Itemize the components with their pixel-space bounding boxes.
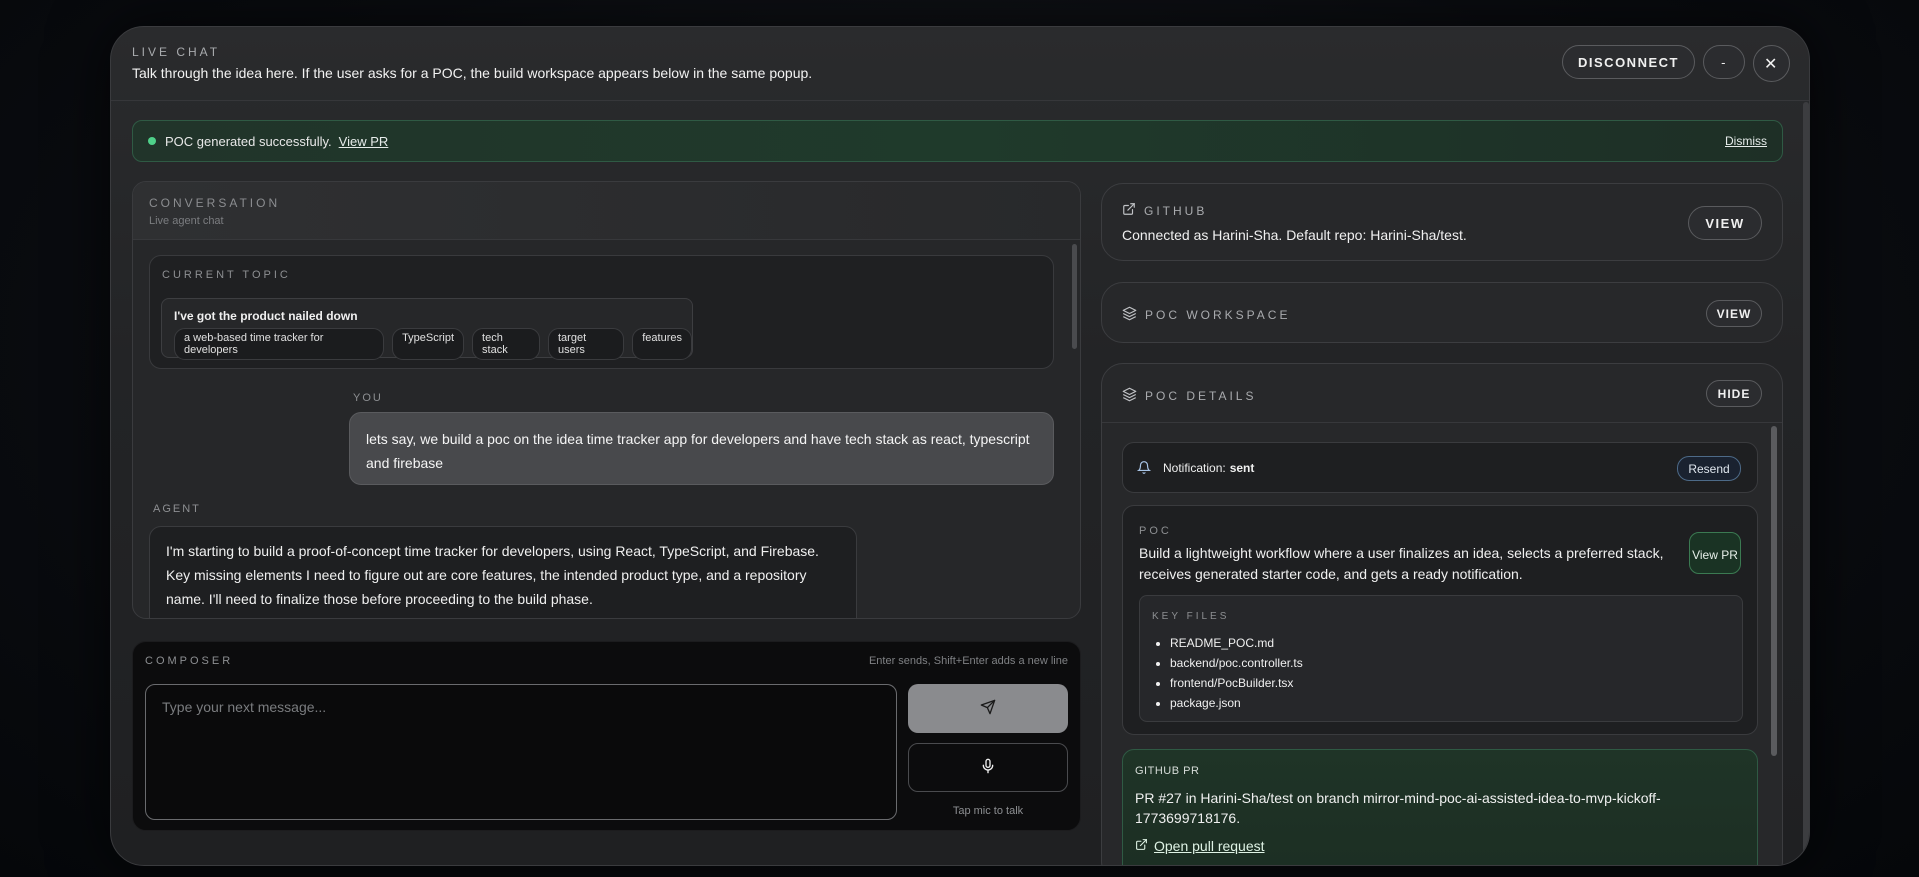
github-pr-description: PR #27 in Harini-Sha/test on branch mirr… bbox=[1135, 790, 1661, 826]
topic-summary: I've got the product nailed down a web-b… bbox=[161, 298, 693, 360]
topic-chip: features bbox=[632, 328, 692, 360]
external-link-icon bbox=[1122, 202, 1136, 219]
github-pr-eyebrow: GITHUB PR bbox=[1135, 765, 1200, 777]
poc-details-hide-button[interactable]: HIDE bbox=[1706, 380, 1762, 407]
poc-details-scrollbar[interactable] bbox=[1771, 426, 1777, 756]
github-panel: GITHUB Connected as Harini-Sha. Default … bbox=[1101, 183, 1783, 261]
modal-scrollbar[interactable] bbox=[1803, 102, 1809, 857]
notification-row: Notification: sent Resend bbox=[1122, 442, 1758, 493]
live-chat-modal: LIVE CHAT Talk through the idea here. If… bbox=[110, 26, 1810, 866]
composer-hint: Enter sends, Shift+Enter adds a new line bbox=[868, 655, 1068, 667]
topic-title: I've got the product nailed down bbox=[174, 309, 358, 323]
notification-status: sent bbox=[1229, 460, 1255, 475]
resend-button[interactable]: Resend bbox=[1677, 456, 1741, 481]
notification-label: Notification: bbox=[1163, 460, 1226, 475]
status-dot bbox=[148, 137, 156, 145]
conversation-subtitle: Live agent chat bbox=[149, 215, 224, 227]
minimize-button[interactable]: - bbox=[1703, 45, 1745, 79]
poc-details-panel: POC DETAILS HIDE Notification: sent Rese… bbox=[1101, 363, 1783, 865]
github-eyebrow: GITHUB bbox=[1122, 202, 1207, 219]
github-pr-card: GITHUB PR PR #27 in Harini-Sha/test on b… bbox=[1122, 749, 1758, 865]
current-topic-card: CURRENT TOPIC I've got the product naile… bbox=[149, 255, 1054, 369]
success-banner: POC generated successfully. View PR Dism… bbox=[132, 120, 1783, 162]
poc-card: POC Build a lightweight workflow where a… bbox=[1122, 505, 1758, 735]
key-file-item: frontend/PocBuilder.tsx bbox=[1170, 673, 1303, 693]
topic-chip: a web-based time tracker for developers bbox=[174, 328, 385, 360]
poc-workspace-view-button[interactable]: VIEW bbox=[1706, 300, 1762, 327]
poc-eyebrow: POC bbox=[1139, 525, 1172, 537]
poc-workspace-eyebrow-label: POC WORKSPACE bbox=[1145, 308, 1291, 322]
modal-header: LIVE CHAT Talk through the idea here. If… bbox=[111, 27, 1809, 101]
key-file-item: package.json bbox=[1170, 693, 1303, 713]
modal-subtitle: Talk through the idea here. If the user … bbox=[132, 65, 813, 81]
poc-details-eyebrow: POC DETAILS bbox=[1122, 387, 1256, 405]
topic-chip: tech stack bbox=[472, 328, 540, 360]
poc-workspace-panel: POC WORKSPACE VIEW bbox=[1101, 282, 1783, 343]
layers-icon bbox=[1122, 387, 1137, 405]
message-input[interactable] bbox=[145, 684, 897, 820]
topic-chips: a web-based time tracker for developers … bbox=[174, 328, 692, 360]
key-file-item: README_POC.md bbox=[1170, 633, 1303, 653]
composer-eyebrow: COMPOSER bbox=[145, 655, 234, 667]
conversation-scrollbar[interactable] bbox=[1072, 244, 1077, 349]
conversation-header: CONVERSATION Live agent chat bbox=[133, 182, 1080, 240]
poc-workspace-eyebrow: POC WORKSPACE bbox=[1122, 306, 1290, 324]
user-message-bubble: lets say, we build a poc on the idea tim… bbox=[349, 412, 1054, 485]
key-files-list: README_POC.md backend/poc.controller.ts … bbox=[1170, 633, 1303, 713]
divider bbox=[1102, 422, 1782, 423]
banner-view-pr-link[interactable]: View PR bbox=[339, 134, 389, 149]
modal-eyebrow: LIVE CHAT bbox=[132, 45, 221, 59]
github-connection-status: Connected as Harini-Sha. Default repo: H… bbox=[1122, 227, 1467, 243]
topic-chip: target users bbox=[548, 328, 625, 360]
banner-message: POC generated successfully. bbox=[165, 133, 332, 149]
close-button[interactable]: ✕ bbox=[1753, 45, 1790, 82]
open-pull-request-label: Open pull request bbox=[1154, 838, 1265, 854]
agent-message-bubble: I'm starting to build a proof-of-concept… bbox=[149, 526, 857, 618]
open-pull-request-link[interactable]: Open pull request bbox=[1135, 838, 1265, 854]
external-link-icon bbox=[1135, 838, 1148, 854]
poc-details-eyebrow-label: POC DETAILS bbox=[1145, 389, 1257, 403]
poc-view-pr-button[interactable]: View PR bbox=[1689, 532, 1741, 574]
poc-description: Build a lightweight workflow where a use… bbox=[1139, 545, 1664, 582]
topic-chip: TypeScript bbox=[392, 328, 465, 360]
conversation-panel: CONVERSATION Live agent chat CURRENT TOP… bbox=[132, 181, 1081, 619]
composer-panel: COMPOSER Enter sends, Shift+Enter adds a… bbox=[132, 641, 1081, 831]
user-message-label: YOU bbox=[353, 392, 383, 404]
send-button[interactable] bbox=[908, 684, 1068, 733]
github-view-button[interactable]: VIEW bbox=[1688, 206, 1762, 240]
bell-icon bbox=[1137, 460, 1151, 475]
layers-icon bbox=[1122, 306, 1137, 324]
mic-button[interactable] bbox=[908, 743, 1068, 792]
banner-dismiss-link[interactable]: Dismiss bbox=[1725, 134, 1767, 148]
microphone-icon bbox=[980, 757, 996, 778]
agent-message-label: AGENT bbox=[153, 503, 201, 515]
mic-hint: Tap mic to talk bbox=[952, 805, 1024, 817]
key-files-eyebrow: KEY FILES bbox=[1152, 611, 1230, 622]
topic-eyebrow: CURRENT TOPIC bbox=[162, 269, 291, 281]
disconnect-button[interactable]: DISCONNECT bbox=[1562, 45, 1695, 79]
key-files-card: KEY FILES README_POC.md backend/poc.cont… bbox=[1139, 595, 1743, 722]
send-icon bbox=[980, 699, 996, 718]
conversation-eyebrow: CONVERSATION bbox=[149, 196, 281, 210]
key-file-item: backend/poc.controller.ts bbox=[1170, 653, 1303, 673]
github-eyebrow-label: GITHUB bbox=[1144, 203, 1208, 218]
